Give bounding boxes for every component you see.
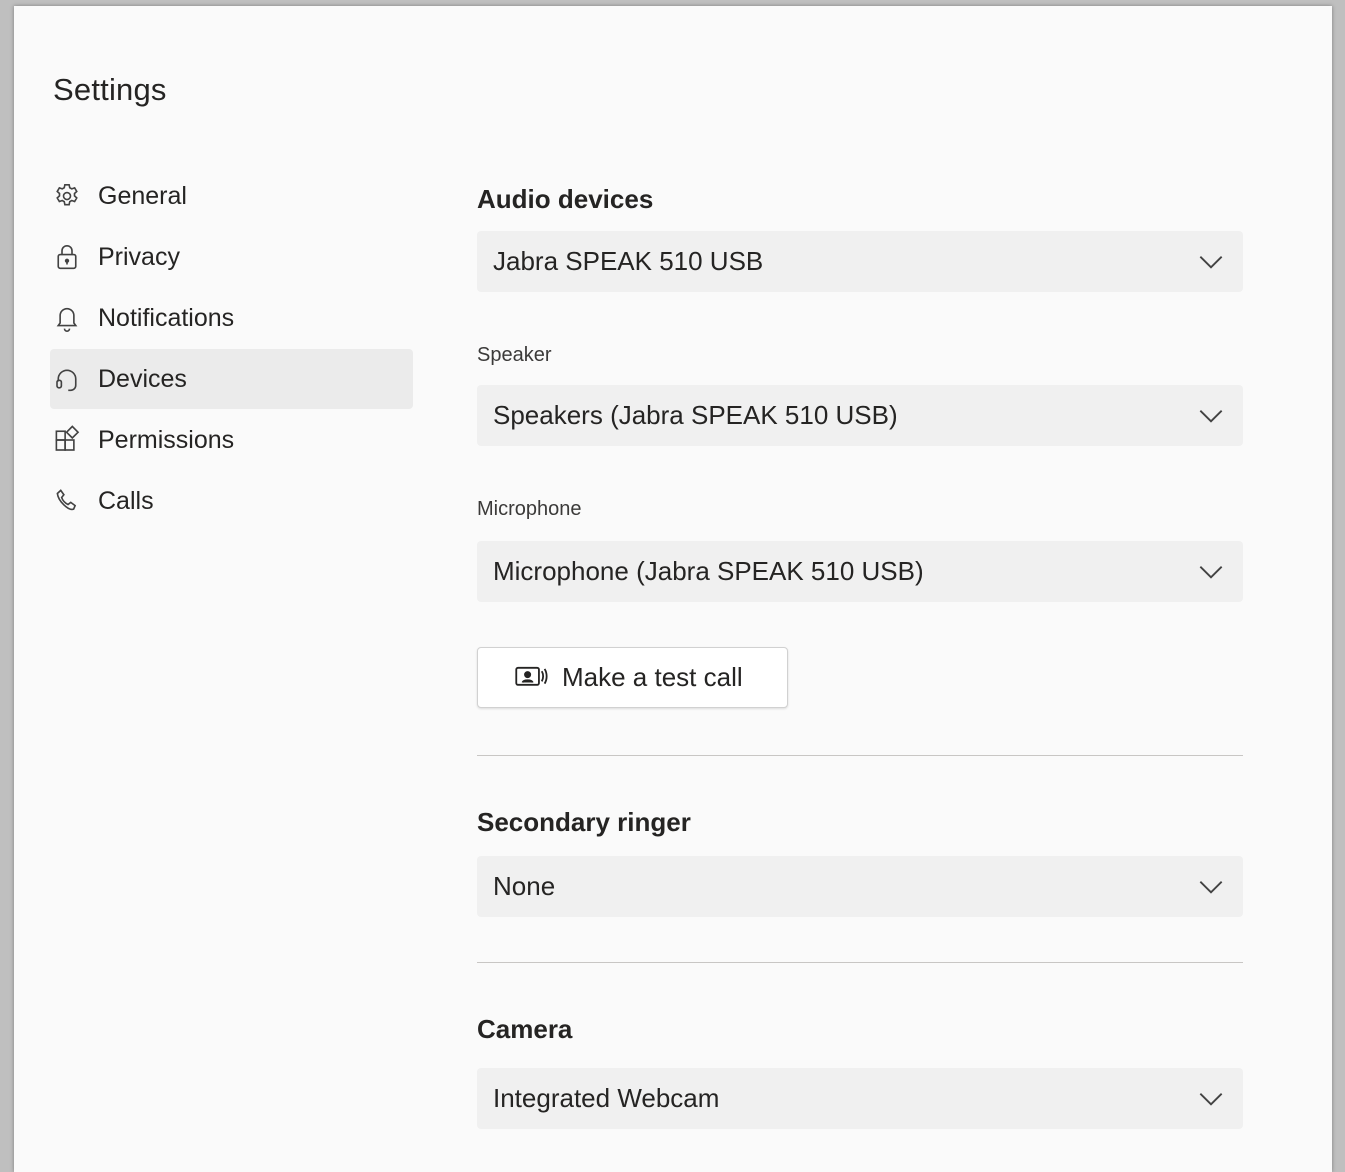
chevron-down-icon <box>1199 255 1223 269</box>
camera-value: Integrated Webcam <box>493 1083 720 1113</box>
speaker-dropdown[interactable]: Speakers (Jabra SPEAK 510 USB) <box>477 385 1243 446</box>
nav-label-notifications: Notifications <box>98 303 235 332</box>
bell-icon <box>50 301 84 335</box>
microphone-value: Microphone (Jabra SPEAK 510 USB) <box>493 556 924 586</box>
nav-item-calls[interactable]: Calls <box>50 471 413 531</box>
nav-item-permissions[interactable]: Permissions <box>50 410 413 470</box>
camera-heading: Camera <box>477 1014 573 1044</box>
settings-nav: General Privacy Notifications Devices Pe… <box>50 166 413 532</box>
headset-icon <box>50 362 84 396</box>
chevron-down-icon <box>1199 565 1223 579</box>
nav-label-devices: Devices <box>98 364 187 393</box>
microphone-dropdown[interactable]: Microphone (Jabra SPEAK 510 USB) <box>477 541 1243 602</box>
nav-label-general: General <box>98 181 187 210</box>
section-divider <box>477 962 1243 963</box>
page-title: Settings <box>53 72 167 107</box>
speaker-label: Speaker <box>477 344 552 366</box>
camera-dropdown[interactable]: Integrated Webcam <box>477 1068 1243 1129</box>
audio-devices-heading: Audio devices <box>477 184 654 214</box>
nav-item-general[interactable]: General <box>50 166 413 226</box>
gear-icon <box>50 179 84 213</box>
microphone-label: Microphone <box>477 498 582 520</box>
chevron-down-icon <box>1199 1092 1223 1106</box>
nav-label-privacy: Privacy <box>98 242 180 271</box>
phone-icon <box>50 484 84 518</box>
secondary-ringer-value: None <box>493 871 556 901</box>
audio-device-dropdown[interactable]: Jabra SPEAK 510 USB <box>477 231 1243 292</box>
nav-label-permissions: Permissions <box>98 425 235 454</box>
speaker-value: Speakers (Jabra SPEAK 510 USB) <box>493 400 898 430</box>
secondary-ringer-heading: Secondary ringer <box>477 807 691 837</box>
nav-item-devices[interactable]: Devices <box>50 349 413 409</box>
nav-item-notifications[interactable]: Notifications <box>50 288 413 348</box>
test-call-icon <box>515 666 548 686</box>
chevron-down-icon <box>1199 880 1223 894</box>
nav-label-calls: Calls <box>98 486 154 515</box>
lock-icon <box>50 240 84 274</box>
settings-dialog: Settings General Privacy Notifications D… <box>14 6 1332 1172</box>
secondary-ringer-dropdown[interactable]: None <box>477 856 1243 917</box>
make-test-call-label: Make a test call <box>562 662 743 692</box>
nav-item-privacy[interactable]: Privacy <box>50 227 413 287</box>
section-divider <box>477 755 1243 756</box>
apps-icon <box>50 423 84 457</box>
chevron-down-icon <box>1199 409 1223 423</box>
make-test-call-button[interactable]: Make a test call <box>477 647 788 708</box>
audio-device-value: Jabra SPEAK 510 USB <box>493 246 764 276</box>
